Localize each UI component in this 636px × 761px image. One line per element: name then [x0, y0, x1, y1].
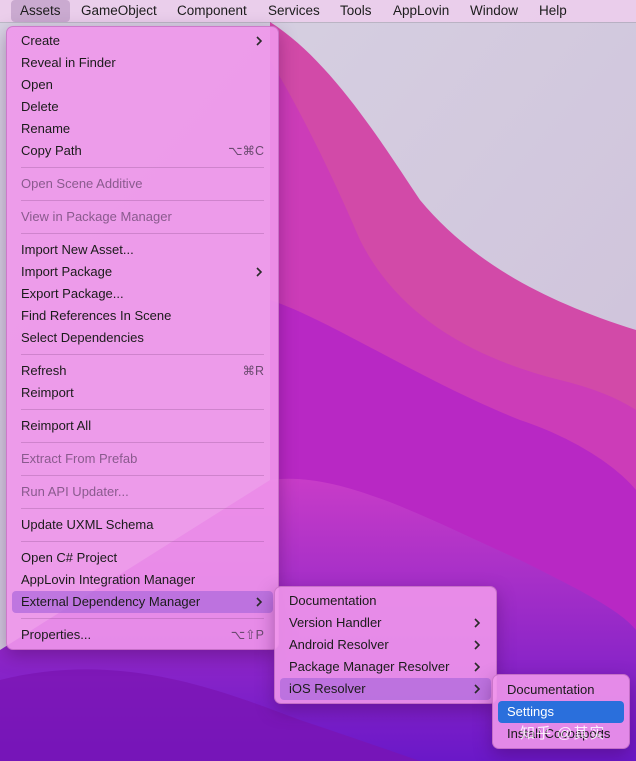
menu-separator [21, 167, 264, 168]
menu-separator [21, 200, 264, 201]
menu-item-applovin-integration-manager[interactable]: AppLovin Integration Manager [12, 569, 273, 591]
menu-item-external-dependency-manager[interactable]: External Dependency Manager [12, 591, 273, 613]
menu-bar: Assets GameObject Component Services Too… [0, 0, 636, 22]
menu-item-refresh[interactable]: Refresh ⌘R [12, 360, 273, 382]
menu-item-run-api-updater: Run API Updater... [21, 484, 129, 499]
menubar-help[interactable]: Help [530, 0, 576, 22]
menu-item-settings[interactable]: Settings [498, 701, 624, 723]
menu-separator [21, 442, 264, 443]
menu-item-label: iOS Resolver [289, 681, 366, 696]
menu-item-label: Copy Path [21, 143, 82, 158]
menu-item-label: Android Resolver [289, 637, 389, 652]
menubar-tools[interactable]: Tools [331, 0, 381, 22]
shortcut-label: ⌘R [242, 364, 264, 378]
menubar-applovin[interactable]: AppLovin [384, 0, 458, 22]
chevron-right-icon [256, 597, 263, 607]
menu-item-export-package[interactable]: Export Package... [12, 283, 273, 305]
menu-item-properties[interactable]: Properties... ⌥⇧P [12, 624, 273, 646]
menu-item-delete[interactable]: Delete [12, 96, 273, 118]
menu-item-package-manager-resolver[interactable]: Package Manager Resolver [280, 656, 491, 678]
menu-item-rename[interactable]: Rename [12, 118, 273, 140]
menu-item-label: Import Package [21, 264, 113, 279]
menubar-component[interactable]: Component [168, 0, 256, 22]
menu-item-select-dependencies[interactable]: Select Dependencies [12, 327, 273, 349]
menu-item-reimport[interactable]: Reimport [12, 382, 273, 404]
menu-item-view-in-package-manager: View in Package Manager [21, 209, 172, 224]
menu-item-label: Refresh [21, 363, 67, 378]
menu-item-android-resolver[interactable]: Android Resolver [280, 634, 491, 656]
menu-item-extract-from-prefab: Extract From Prefab [21, 451, 138, 466]
menu-item-label: Create [21, 33, 61, 48]
chevron-right-icon [474, 618, 481, 628]
menu-separator [21, 541, 264, 542]
watermark-text: 知乎 @其实 [520, 725, 606, 742]
chevron-right-icon [474, 640, 481, 650]
menu-item-label: Properties... [21, 627, 92, 642]
menubar-services[interactable]: Services [259, 0, 329, 22]
menu-item-update-uxml-schema[interactable]: Update UXML Schema [12, 514, 273, 536]
menu-item-label: External Dependency Manager [21, 594, 201, 609]
external-dependency-manager-submenu: Documentation Version Handler Android Re… [274, 586, 497, 704]
menu-item-open-csharp-project[interactable]: Open C# Project [12, 547, 273, 569]
menubar-window[interactable]: Window [461, 0, 527, 22]
menu-item-reveal-in-finder[interactable]: Reveal in Finder [12, 52, 273, 74]
shortcut-label: ⌥⌘C [228, 144, 264, 158]
menu-separator [21, 475, 264, 476]
menu-item-open[interactable]: Open [12, 74, 273, 96]
menu-item-version-handler[interactable]: Version Handler [280, 612, 491, 634]
menu-item-open-scene-additive: Open Scene Additive [21, 176, 143, 191]
menu-separator [21, 409, 264, 410]
shortcut-label: ⌥⇧P [230, 628, 264, 642]
assets-menu: Create Reveal in Finder Open Delete Rena… [6, 26, 279, 650]
chevron-right-icon [256, 36, 263, 46]
menu-separator [21, 508, 264, 509]
chevron-right-icon [474, 684, 481, 694]
menu-item-import-package[interactable]: Import Package [12, 261, 273, 283]
menu-item-documentation[interactable]: Documentation [280, 590, 491, 612]
menu-item-label: Version Handler [289, 615, 382, 630]
menubar-assets[interactable]: Assets [11, 0, 70, 22]
menu-item-copy-path[interactable]: Copy Path ⌥⌘C [12, 140, 273, 162]
menu-item-import-new-asset[interactable]: Import New Asset... [12, 239, 273, 261]
menu-item-create[interactable]: Create [12, 30, 273, 52]
menu-separator [21, 618, 264, 619]
menu-item-ios-documentation[interactable]: Documentation [498, 679, 624, 701]
menu-item-reimport-all[interactable]: Reimport All [12, 415, 273, 437]
menu-item-ios-resolver[interactable]: iOS Resolver [280, 678, 491, 700]
chevron-right-icon [256, 267, 263, 277]
chevron-right-icon [474, 662, 481, 672]
menubar-gameobject[interactable]: GameObject [72, 0, 166, 22]
menu-separator [21, 233, 264, 234]
menu-item-find-references[interactable]: Find References In Scene [12, 305, 273, 327]
menu-item-label: Package Manager Resolver [289, 659, 450, 674]
menu-separator [21, 354, 264, 355]
